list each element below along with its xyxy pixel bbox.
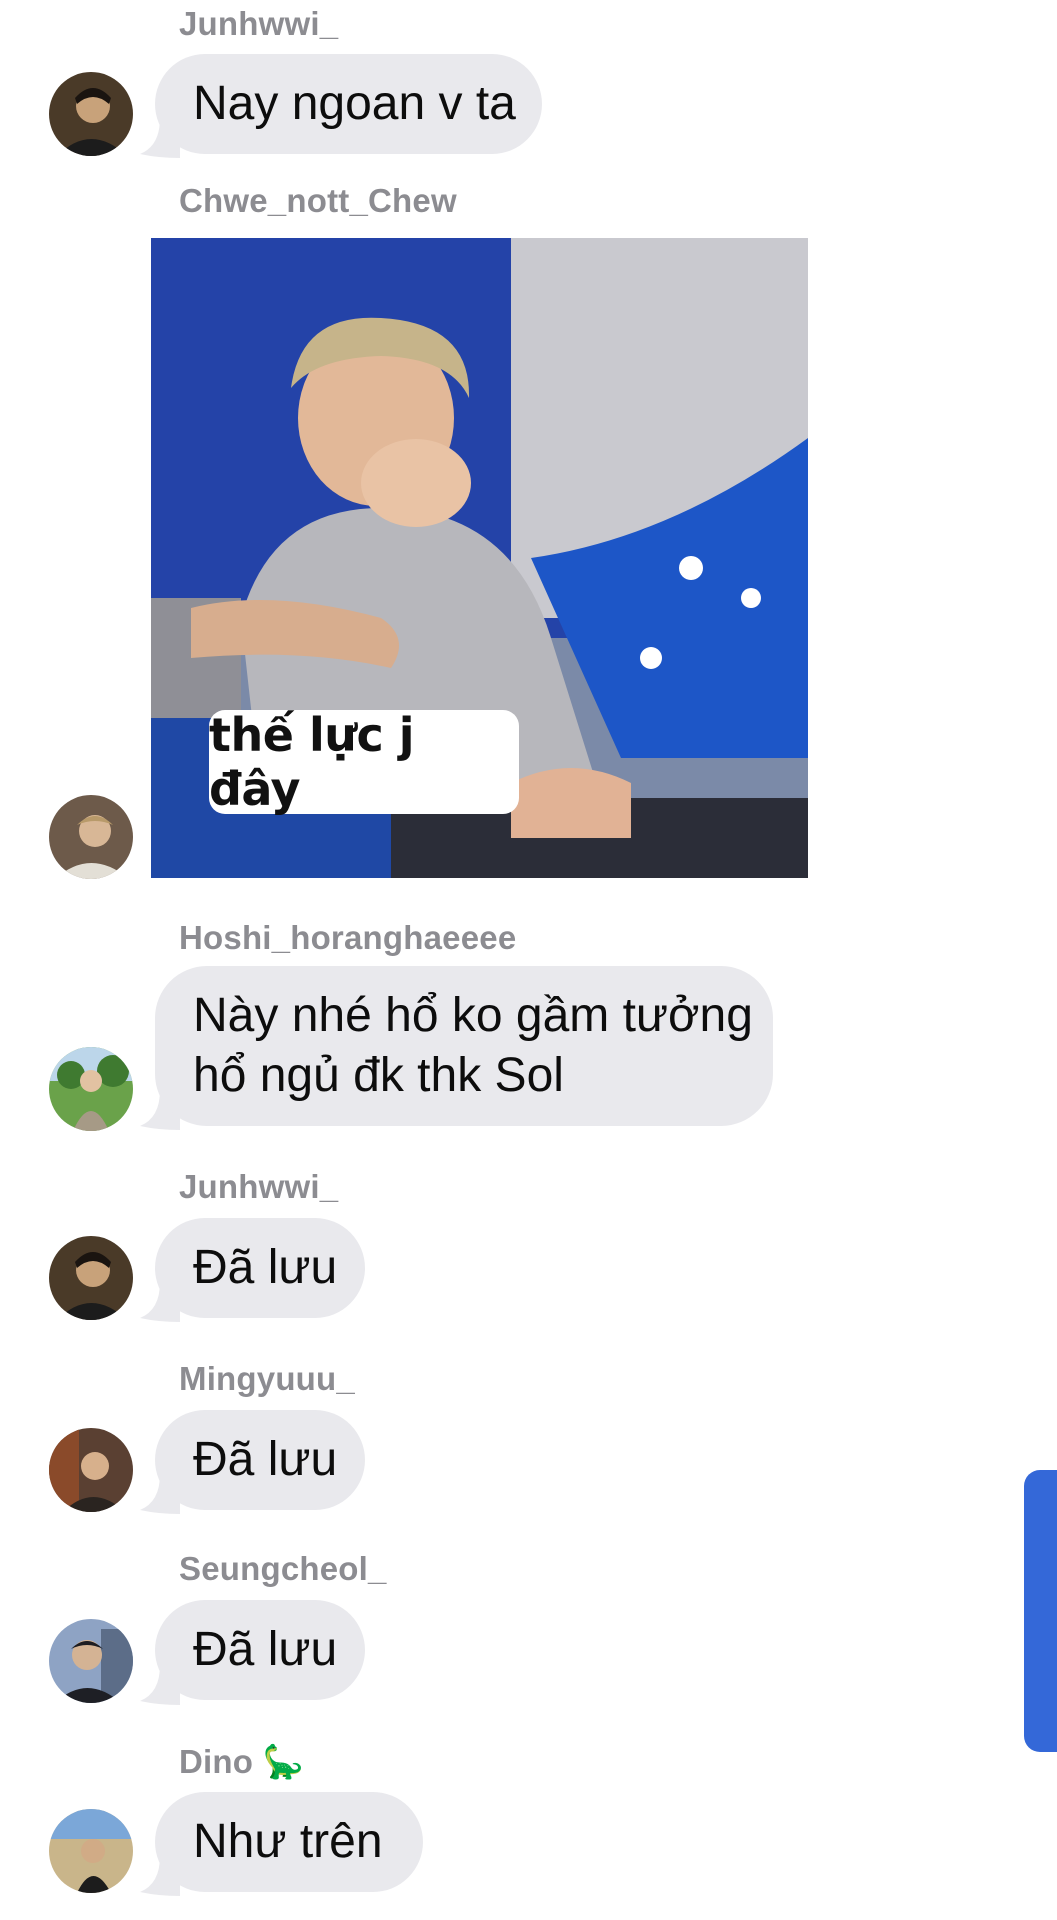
message-text: Đã lưu — [193, 1623, 338, 1676]
message-bubble[interactable]: Như trên — [155, 1792, 423, 1892]
sender-name-text: Dino — [179, 1743, 254, 1780]
message-bubble[interactable]: Đã lưu — [155, 1218, 365, 1318]
dinosaur-icon: 🦕 — [262, 1742, 304, 1781]
avatar[interactable] — [49, 1428, 133, 1512]
image-caption: thế lực j đây — [209, 708, 519, 816]
message-text: Đã lưu — [193, 1241, 338, 1294]
message-text-line: Này nhé hổ ko gầm tưởng — [193, 989, 753, 1042]
message-text: Như trên — [193, 1815, 383, 1868]
shared-image[interactable]: thế lực j đây — [151, 238, 808, 878]
message-text: Nay ngoan v ta — [193, 77, 516, 130]
avatar[interactable] — [49, 72, 133, 156]
avatar[interactable] — [49, 795, 133, 879]
avatar[interactable] — [49, 1047, 133, 1131]
sender-name: Dino 🦕 — [179, 1742, 304, 1782]
avatar[interactable] — [49, 1809, 133, 1893]
message-text: Đã lưu — [193, 1433, 338, 1486]
sender-name: Mingyuuu_ — [179, 1360, 355, 1397]
message-bubble[interactable]: Đã lưu — [155, 1600, 365, 1700]
sender-name: Chwe_nott_Chew — [179, 182, 457, 219]
message-bubble[interactable]: Đã lưu — [155, 1410, 365, 1510]
sender-name: Junhwwi_ — [179, 1168, 339, 1205]
sender-name: Seungcheol_ — [179, 1550, 387, 1587]
sender-name: Junhwwi_ — [179, 5, 339, 42]
message-bubble[interactable]: Này nhé hổ ko gầm tưởng hổ ngủ đk thk So… — [155, 966, 773, 1126]
avatar[interactable] — [49, 1236, 133, 1320]
message-bubble[interactable]: Nay ngoan v ta — [155, 54, 542, 154]
avatar[interactable] — [49, 1619, 133, 1703]
message-text-line: hổ ngủ đk thk Sol — [193, 1049, 564, 1102]
sender-name: Hoshi_horanghaeeee — [179, 919, 517, 956]
scroll-indicator[interactable] — [1024, 1470, 1057, 1752]
